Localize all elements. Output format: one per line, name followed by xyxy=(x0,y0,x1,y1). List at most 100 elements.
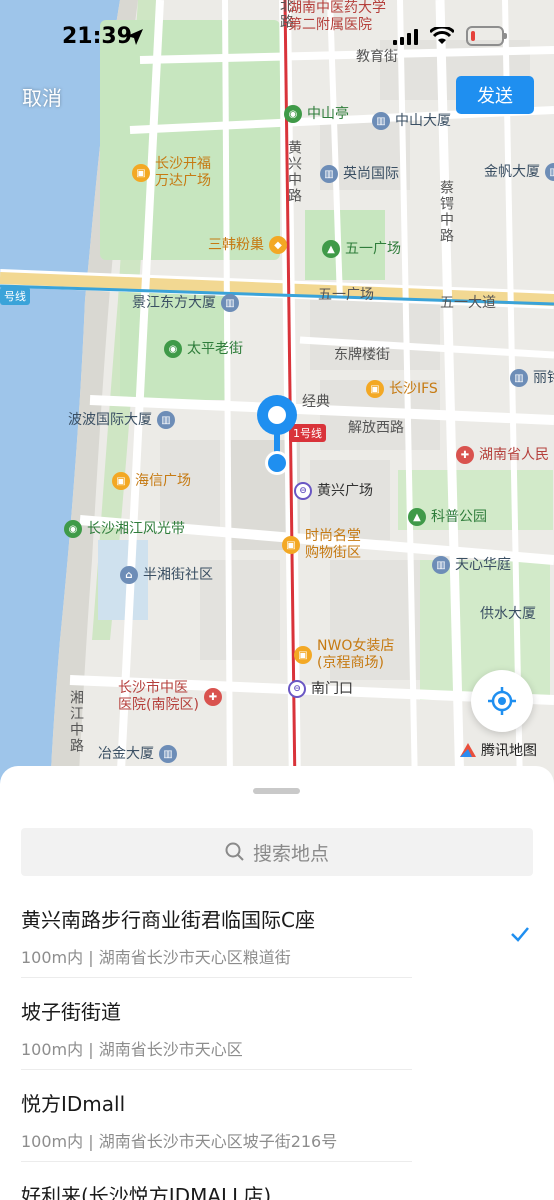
scenic-icon: ◉ xyxy=(164,340,182,358)
checkmark-icon xyxy=(511,927,529,942)
list-item[interactable]: 坡子街街道 100m内 | 湖南省长沙市天心区 xyxy=(21,978,412,1070)
poi-taiping[interactable]: ◉ 太平老街 xyxy=(164,340,243,358)
location-pin-icon[interactable] xyxy=(254,393,300,479)
hospital-icon: ✚ xyxy=(203,688,222,706)
road-label-dongpailou: 东牌楼街 xyxy=(334,347,390,363)
poi-kepu-park[interactable]: ▲ 科普公园 xyxy=(408,508,487,526)
poi-label: 长沙开福 xyxy=(155,156,211,172)
poi-label: 万达广场 xyxy=(155,173,211,189)
poi-label: 五一广场 xyxy=(345,240,401,257)
food-icon: ◆ xyxy=(269,236,287,254)
road-label-caie: 蔡锷中路 xyxy=(438,180,454,244)
poi-label: 冶金大厦 xyxy=(98,745,154,762)
building-icon: ▥ xyxy=(372,112,390,130)
shopping-icon: ▣ xyxy=(366,380,384,398)
list-item[interactable]: 悦方IDmall 100m内 | 湖南省长沙市天心区坡子街216号 xyxy=(21,1070,412,1162)
map-view[interactable]: 北路 教育街 黄兴中路 蔡锷中路 五一广场 五一大道 东牌楼街 解放西路 湘江中… xyxy=(0,0,554,790)
building-icon: ▥ xyxy=(221,294,239,312)
status-time: 21:39 xyxy=(62,24,133,49)
poi-label: 海信广场 xyxy=(135,472,191,489)
poi-label: 购物街区 xyxy=(305,545,361,561)
result-subtitle: 100m内 | 湖南省长沙市天心区 xyxy=(21,1040,243,1059)
shopping-icon: ▣ xyxy=(112,472,130,490)
building-icon: ▥ xyxy=(432,556,450,574)
search-icon xyxy=(225,842,244,861)
status-bar: 21:39 xyxy=(0,0,554,70)
result-title: 坡子街街道 xyxy=(21,1000,121,1024)
poi-jinfan[interactable]: 金帆大厦 ▥ xyxy=(484,163,554,181)
poi-ifs[interactable]: ▣ 长沙IFS xyxy=(366,380,438,398)
poi-nwo[interactable]: ▣ NWO女装店 (京程商场) xyxy=(294,638,394,672)
poi-label: 黄兴广场 xyxy=(317,482,373,499)
metro-line-badge-blue: 号线 xyxy=(0,287,30,305)
poi-tcm-hospital[interactable]: 长沙市中医 医院(南院区) ✚ xyxy=(118,680,222,714)
poi-zhongshan-pavilion[interactable]: ◉ 中山亭 xyxy=(284,105,349,123)
hospital-icon: ✚ xyxy=(456,446,474,464)
poi-zhongshan-building[interactable]: ▥ 中山大厦 xyxy=(372,112,451,130)
cancel-button[interactable]: 取消 xyxy=(22,82,62,111)
poi-label: 供水大厦 xyxy=(480,606,536,622)
poi-label: 科普公园 xyxy=(431,508,487,525)
road-label-wuyi-square: 五一广场 xyxy=(318,287,374,303)
poi-label: 半湘街社区 xyxy=(143,566,213,583)
poi-shishang[interactable]: ▣ 时尚名堂 购物街区 xyxy=(282,528,361,562)
poi-label: 太平老街 xyxy=(187,340,243,357)
result-title: 悦方IDmall xyxy=(21,1092,126,1116)
poi-label: 长沙市中医 xyxy=(118,680,188,696)
building-icon: ▥ xyxy=(545,163,554,181)
metro-icon: ⊖ xyxy=(288,680,306,698)
poi-bobo[interactable]: 波波国际大厦 ▥ xyxy=(68,411,175,429)
poi-haixin[interactable]: ▣ 海信广场 xyxy=(112,472,191,490)
sheet-drag-handle[interactable] xyxy=(253,788,300,794)
metro-icon: ⊖ xyxy=(294,482,312,500)
poi-nanmenkou-station[interactable]: ⊖ 南门口 xyxy=(288,680,353,698)
results-list: 黄兴南路步行商业街君临国际C座 100m内 | 湖南省长沙市天心区粮道街 坡子街… xyxy=(0,886,554,1200)
poi-gongshui[interactable]: 供水大厦 xyxy=(480,606,536,623)
shopping-icon: ▣ xyxy=(282,536,300,554)
poi-huangxing-square-station[interactable]: ⊖ 黄兴广场 xyxy=(294,482,373,500)
building-icon: ▥ xyxy=(510,369,528,387)
poi-xiangjiang-band[interactable]: ◉ 长沙湘江风光带 xyxy=(64,520,185,538)
poi-label: 湖南省人民 xyxy=(479,446,549,463)
poi-hunan-renmin[interactable]: ✚ 湖南省人民 xyxy=(456,446,549,464)
poi-label: 中山亭 xyxy=(307,105,349,122)
cellular-signal-icon xyxy=(393,29,418,45)
poi-label: 天心华庭 xyxy=(455,556,511,573)
poi-yingshang[interactable]: ▥ 英尚国际 xyxy=(320,165,399,183)
poi-lijia[interactable]: ▥ 丽铭 xyxy=(510,369,554,387)
location-arrow-icon xyxy=(127,29,143,45)
search-input[interactable]: 搜索地点 xyxy=(21,828,533,876)
poi-wuyi-square[interactable]: ▲ 五一广场 xyxy=(322,240,401,258)
poi-wanda-plaza[interactable]: ▣ 长沙开福 万达广场 xyxy=(132,156,211,190)
poi-sanhan[interactable]: 三韩粉巢 ◆ xyxy=(208,236,287,254)
list-item[interactable]: 好利来(长沙悦方IDMALL店) xyxy=(21,1162,412,1200)
poi-label: 波波国际大厦 xyxy=(68,411,152,428)
location-picker-sheet: 搜索地点 黄兴南路步行商业街君临国际C座 100m内 | 湖南省长沙市天心区粮道… xyxy=(0,766,554,1200)
send-button[interactable]: 发送 xyxy=(456,76,534,114)
poi-tianxin[interactable]: ▥ 天心华庭 xyxy=(432,556,511,574)
crosshair-icon xyxy=(488,687,516,715)
poi-jingdian[interactable]: 经典 xyxy=(302,394,330,411)
park-icon: ▲ xyxy=(322,240,340,258)
poi-banxiang[interactable]: ⌂ 半湘街社区 xyxy=(120,566,213,584)
road-label-jiefang: 解放西路 xyxy=(348,420,404,436)
poi-jingjiang[interactable]: 景江东方大厦 ▥ xyxy=(132,294,239,312)
poi-label: 经典 xyxy=(302,394,330,410)
road-label-wuyi-ave: 五一大道 xyxy=(440,295,496,311)
result-subtitle: 100m内 | 湖南省长沙市天心区粮道街 xyxy=(21,948,291,967)
poi-yejin[interactable]: 冶金大厦 ▥ xyxy=(98,745,177,763)
result-title: 黄兴南路步行商业街君临国际C座 xyxy=(21,908,315,932)
result-subtitle: 100m内 | 湖南省长沙市天心区坡子街216号 xyxy=(21,1132,338,1151)
poi-label: 南门口 xyxy=(311,680,353,697)
list-item[interactable]: 黄兴南路步行商业街君临国际C座 100m内 | 湖南省长沙市天心区粮道街 xyxy=(21,886,529,978)
poi-label: 医院(南院区) xyxy=(118,697,199,713)
locate-me-button[interactable] xyxy=(471,670,533,732)
map-brand: 腾讯地图 xyxy=(458,740,537,760)
poi-label: NWO女装店 xyxy=(317,638,395,654)
poi-label: 长沙IFS xyxy=(389,380,438,397)
building-icon: ▥ xyxy=(159,745,177,763)
scenic-icon: ◉ xyxy=(284,105,302,123)
poi-label: 中山大厦 xyxy=(395,112,451,129)
result-title: 好利来(长沙悦方IDMALL店) xyxy=(21,1184,272,1200)
shopping-icon: ▣ xyxy=(294,646,312,664)
